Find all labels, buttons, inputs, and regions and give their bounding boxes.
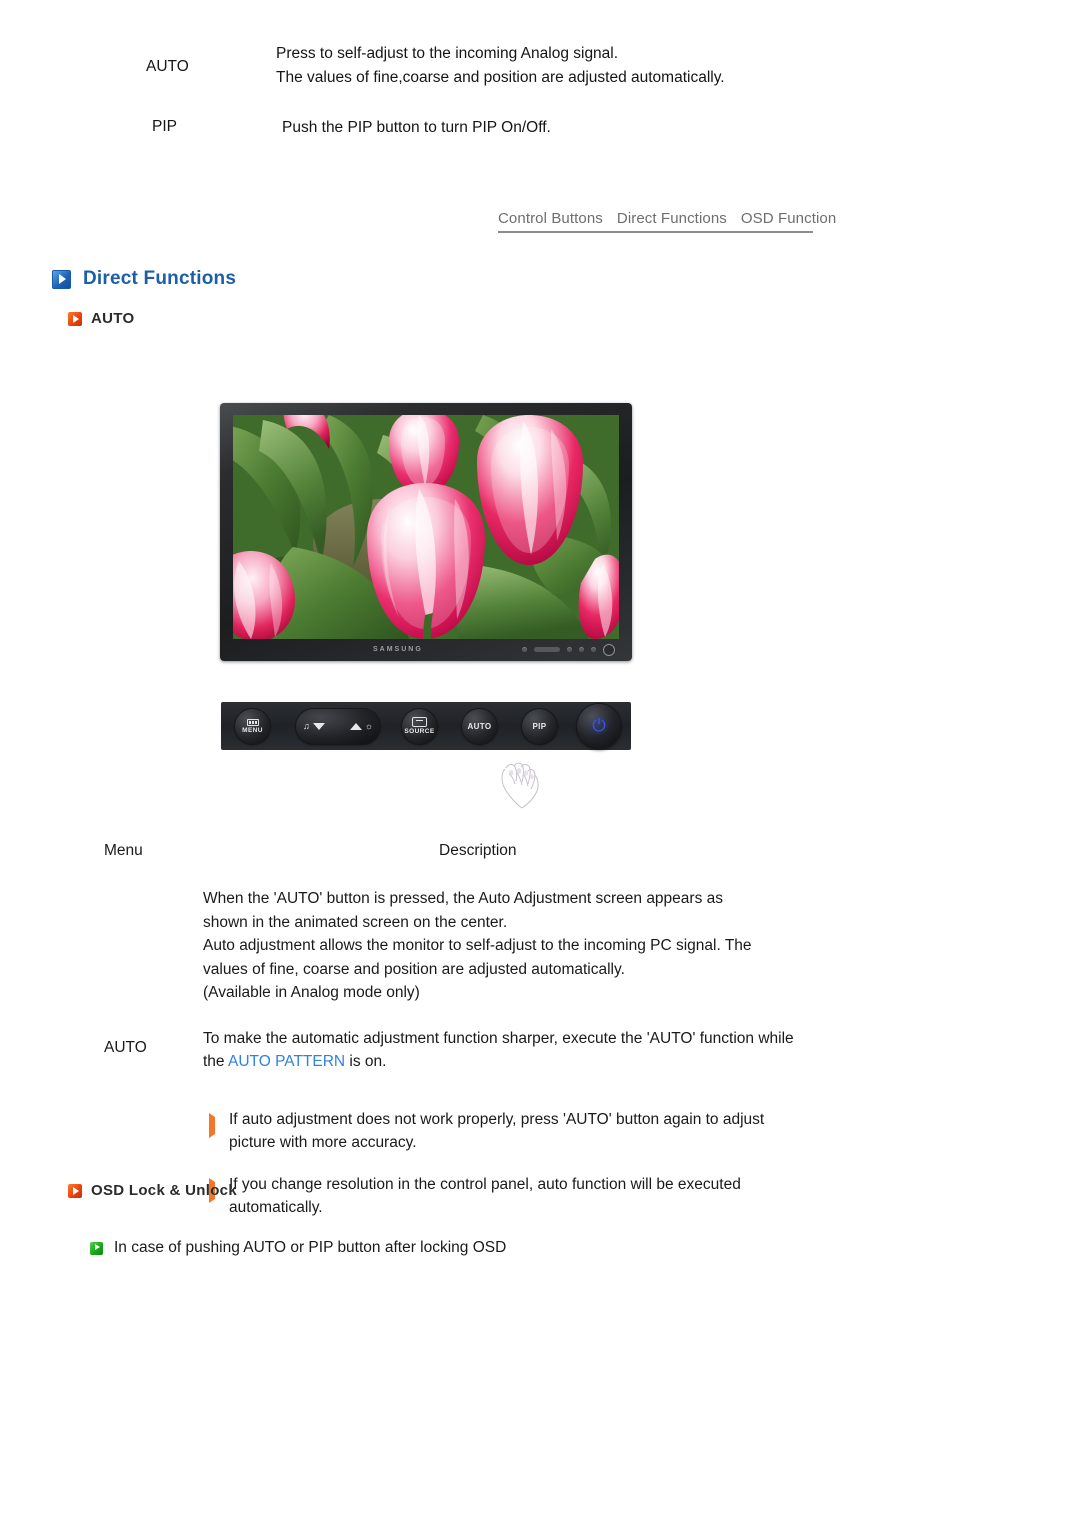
tab-strip: Control Buttons Direct Functions OSD Fun… — [498, 210, 836, 233]
bezel-power-icon — [603, 643, 615, 656]
row-key-pip: PIP — [152, 118, 177, 135]
power-button[interactable]: ⏻ — [577, 704, 621, 748]
row-description-cell: When the 'AUTO' button is pressed, the A… — [203, 887, 804, 1238]
table-row: PIP Push the PIP button to turn PIP On/O… — [140, 116, 860, 140]
tab-control-buttons[interactable]: Control Buttons — [498, 210, 603, 227]
paragraph-line: shown in the animated screen on the cent… — [203, 913, 508, 931]
monitor-bezel-buttons — [522, 643, 615, 656]
bezel-dot-icon — [591, 647, 596, 652]
button-description-table: AUTO Press to self-adjust to the incomin… — [140, 42, 860, 166]
triangle-down-icon — [312, 722, 325, 730]
bezel-rocker-icon — [534, 647, 560, 652]
updown-rocker-button[interactable]: ♫ ☼ — [296, 708, 380, 744]
desc-line: The values of fine,coarse and position a… — [276, 69, 725, 86]
bezel-dot-icon — [567, 647, 572, 652]
row-description-pip: Push the PIP button to turn PIP On/Off. — [282, 116, 551, 140]
paragraph-line: When the 'AUTO' button is pressed, the A… — [203, 890, 724, 907]
row-description-auto: Press to self-adjust to the incoming Ana… — [276, 42, 725, 90]
bezel-dot-icon — [522, 647, 527, 652]
auto-button-label: AUTO — [467, 721, 492, 731]
list-item-text: If auto adjustment does not work properl… — [229, 1110, 765, 1152]
subsection-osd-lock-label: OSD Lock & Unlock — [91, 1182, 237, 1199]
auto-pattern-link[interactable]: AUTO PATTERN — [228, 1053, 345, 1070]
brightness-icon: ☼ — [364, 721, 373, 731]
auto-pattern-suffix: is on. — [345, 1053, 387, 1070]
down-button[interactable]: ♫ — [303, 721, 325, 731]
paragraph-line: Auto adjustment allows the monitor to se… — [203, 937, 752, 954]
speaker-icon: ♫ — [303, 721, 310, 731]
table-row: AUTO Press to self-adjust to the incomin… — [140, 42, 860, 90]
orange-play-icon — [68, 1183, 82, 1198]
control-button-bar: MENU ♫ ☼ SOURCE AUTO PIP ⏻ — [221, 702, 631, 750]
power-icon: ⏻ — [592, 716, 606, 735]
row-key-auto: AUTO — [146, 58, 189, 75]
row-menu-label-auto: AUTO — [104, 1039, 147, 1056]
hand-pointer-illustration — [492, 760, 554, 812]
osd-lock-note: In case of pushing AUTO or PIP button af… — [90, 1239, 506, 1257]
page-title: Direct Functions — [52, 268, 236, 290]
tab-direct-functions[interactable]: Direct Functions — [617, 210, 727, 227]
triangle-up-icon — [349, 722, 362, 730]
menu-description-table: Menu Description AUTO When the 'AUTO' bu… — [104, 842, 804, 1238]
menu-button[interactable]: MENU — [235, 708, 270, 744]
description-paragraph: When the 'AUTO' button is pressed, the A… — [203, 887, 804, 1005]
blue-play-icon — [52, 269, 71, 289]
auto-pattern-paragraph: To make the automatic adjustment functio… — [203, 1027, 804, 1074]
list-item-text: If you change resolution in the control … — [229, 1175, 741, 1217]
samsung-logo: SAMSUNG — [373, 646, 423, 653]
desc-line: Push the PIP button to turn PIP On/Off. — [282, 119, 551, 136]
osd-lock-note-text: In case of pushing AUTO or PIP button af… — [114, 1239, 507, 1256]
tulip-photo — [233, 415, 619, 639]
list-item: If auto adjustment does not work properl… — [203, 1108, 804, 1155]
bullet-list: If auto adjustment does not work properl… — [203, 1108, 804, 1220]
desc-line: Press to self-adjust to the incoming Ana… — [276, 45, 619, 62]
pip-button-label: PIP — [532, 721, 547, 731]
menu-bars-icon — [246, 718, 259, 726]
tab-underline — [498, 231, 813, 233]
source-button[interactable]: SOURCE — [402, 708, 437, 744]
monitor-screen — [233, 415, 619, 639]
column-header-description: Description — [439, 842, 517, 859]
source-button-label: SOURCE — [404, 728, 435, 735]
section-title-text: Direct Functions — [83, 268, 237, 289]
auto-button[interactable]: AUTO — [462, 708, 497, 744]
bezel-dot-icon — [579, 647, 584, 652]
tab-osd-function[interactable]: OSD Function — [741, 210, 836, 227]
menu-button-label: MENU — [242, 726, 263, 734]
orange-triangle-icon — [203, 1108, 229, 1155]
column-header-menu: Menu — [104, 842, 143, 859]
monitor-illustration: SAMSUNG — [220, 403, 632, 661]
green-play-icon — [90, 1241, 103, 1255]
pip-button[interactable]: PIP — [522, 708, 557, 744]
subsection-osd-lock: OSD Lock & Unlock — [68, 1182, 237, 1199]
subsection-auto: AUTO — [68, 310, 134, 327]
subsection-auto-label: AUTO — [91, 310, 135, 327]
paragraph-line: values of fine, coarse and position are … — [203, 960, 625, 978]
table-header-row: Menu Description — [104, 842, 804, 860]
list-item: If you change resolution in the control … — [203, 1173, 804, 1220]
paragraph-line: (Available in Analog mode only) — [203, 984, 420, 1001]
up-button[interactable]: ☼ — [349, 721, 373, 731]
orange-play-icon — [68, 311, 82, 326]
source-icon — [412, 717, 427, 727]
monitor-bottom-bezel: SAMSUNG — [233, 641, 619, 658]
